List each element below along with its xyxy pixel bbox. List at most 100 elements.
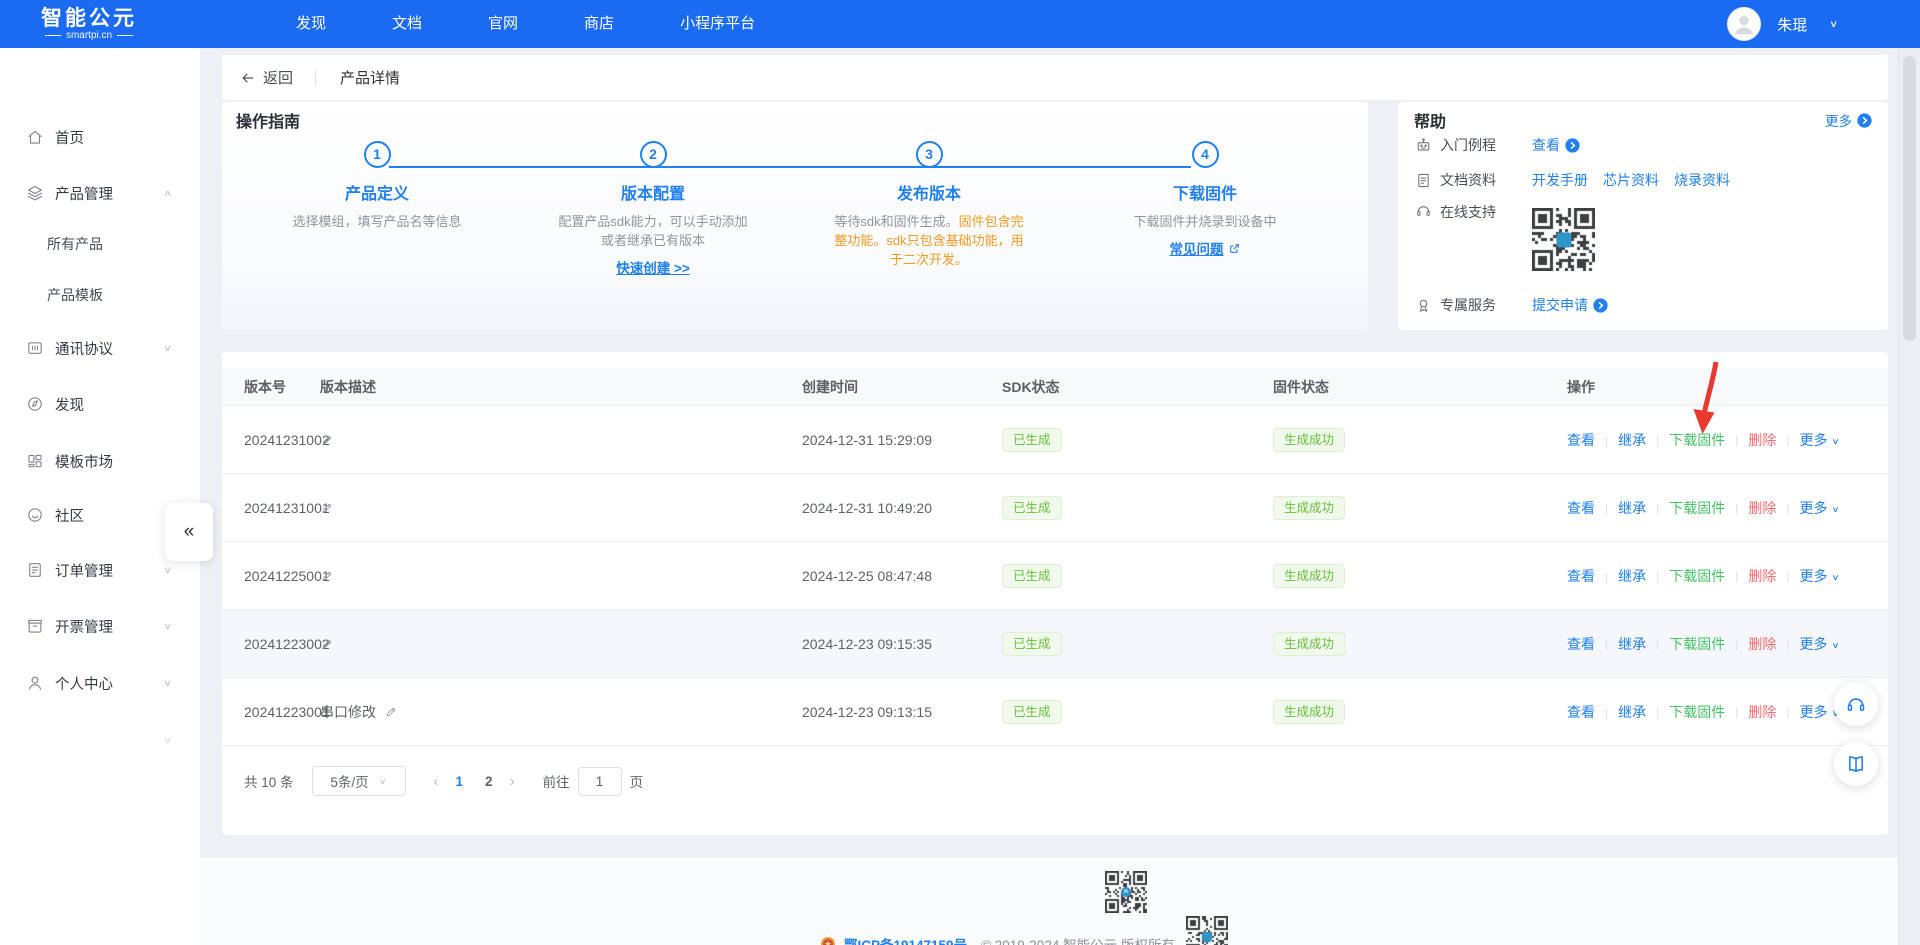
- op-delete-link[interactable]: 删除: [1748, 634, 1776, 654]
- headset-icon: [1845, 693, 1867, 715]
- sidebar-item-6[interactable]: 发现: [0, 384, 200, 424]
- qr-code: [1532, 208, 1595, 271]
- support-float-button[interactable]: [1834, 682, 1878, 726]
- op-download-firmware-link[interactable]: 下载固件: [1669, 566, 1725, 586]
- app-logo[interactable]: 智能公元 smartpi.cn: [33, 8, 145, 41]
- sidebar-item-ghost[interactable]: ∨: [0, 720, 200, 760]
- user-icon: [26, 674, 44, 692]
- op-inherit-link[interactable]: 继承: [1618, 498, 1646, 518]
- page-number-2[interactable]: 2: [474, 774, 504, 789]
- divider: |: [1735, 705, 1738, 719]
- op-inherit-link[interactable]: 继承: [1618, 430, 1646, 450]
- page-number-1[interactable]: 1: [445, 774, 475, 789]
- chevron-down-icon[interactable]: ∨: [1829, 18, 1838, 29]
- nav-item-2[interactable]: 文档: [359, 0, 455, 48]
- prev-page-button[interactable]: ‹: [428, 773, 445, 790]
- chevron-down-icon: ∨: [163, 621, 172, 632]
- op-download-firmware-link[interactable]: 下载固件: [1669, 634, 1725, 654]
- help-row-label: 入门例程: [1440, 135, 1516, 155]
- cell-sdk-status: 已生成: [1002, 496, 1273, 520]
- sidebar-item-10[interactable]: 开票管理 ∨: [0, 606, 200, 646]
- op-download-firmware-link[interactable]: 下载固件: [1669, 430, 1725, 450]
- page-size-select[interactable]: 5条/页∨: [312, 766, 406, 796]
- sidebar-item-1[interactable]: 首页: [0, 117, 200, 157]
- sidebar-collapse-button[interactable]: «: [165, 503, 213, 561]
- op-delete-link[interactable]: 删除: [1748, 430, 1776, 450]
- nav-item-1[interactable]: 发现: [263, 0, 359, 48]
- sidebar-item-2[interactable]: 产品管理∧: [0, 173, 200, 213]
- step-description: 选择模组，填写产品名等信息: [277, 212, 477, 231]
- sidebar-item-5[interactable]: 通讯协议∨: [0, 328, 200, 368]
- help-link[interactable]: 提交申请: [1532, 295, 1608, 315]
- op-view-link[interactable]: 查看: [1567, 566, 1595, 586]
- nav-item-4[interactable]: 商店: [551, 0, 647, 48]
- headset-icon: [1415, 202, 1432, 219]
- edit-pencil-icon[interactable]: [320, 568, 335, 583]
- op-view-link[interactable]: 查看: [1567, 498, 1595, 518]
- back-button[interactable]: 返回: [240, 67, 293, 88]
- op-inherit-link[interactable]: 继承: [1618, 702, 1646, 722]
- sidebar-item-label: 开票管理: [55, 616, 113, 637]
- help-row-3: 在线支持: [1415, 202, 1595, 271]
- help-link[interactable]: 烧录资料: [1674, 170, 1730, 190]
- cell-description: [320, 568, 802, 583]
- edit-pencil-icon[interactable]: [320, 432, 335, 447]
- icp-link[interactable]: 鄂ICP备19147159号: [844, 934, 967, 945]
- op-delete-link[interactable]: 删除: [1748, 498, 1776, 518]
- op-view-link[interactable]: 查看: [1567, 430, 1595, 450]
- op-download-firmware-link[interactable]: 下载固件: [1669, 498, 1725, 518]
- op-more-link[interactable]: 更多∨: [1800, 498, 1840, 518]
- step-link[interactable]: 快速创建 >>: [616, 257, 690, 277]
- avatar[interactable]: [1727, 7, 1761, 41]
- divider: |: [1786, 569, 1789, 583]
- cell-version: 20241231001: [244, 500, 320, 516]
- op-delete-link[interactable]: 删除: [1748, 702, 1776, 722]
- table-row: 202412250012024-12-25 08:47:48已生成生成成功查看|…: [222, 542, 1888, 610]
- op-inherit-link[interactable]: 继承: [1618, 634, 1646, 654]
- next-page-button[interactable]: ›: [504, 773, 521, 790]
- status-badge: 已生成: [1002, 632, 1062, 656]
- step-title: 版本配置: [515, 180, 791, 204]
- help-link[interactable]: 查看: [1532, 135, 1580, 155]
- user-area[interactable]: 朱琨 ∨: [1727, 0, 1838, 48]
- edit-pencil-icon[interactable]: [384, 704, 399, 719]
- help-more-link[interactable]: 更多: [1825, 110, 1872, 130]
- op-more-link[interactable]: 更多∨: [1800, 430, 1840, 450]
- op-inherit-link[interactable]: 继承: [1618, 566, 1646, 586]
- help-row-2: 文档资料开发手册芯片资料烧录资料: [1415, 170, 1730, 190]
- operation-guide-card: 操作指南 1产品定义选择模组，填写产品名等信息2版本配置配置产品sdk能力，可以…: [222, 102, 1368, 330]
- op-view-link[interactable]: 查看: [1567, 702, 1595, 722]
- cell-description: [320, 500, 802, 515]
- help-link[interactable]: 芯片资料: [1603, 170, 1659, 190]
- sidebar-item-7[interactable]: 模板市场: [0, 441, 200, 481]
- nav-item-5[interactable]: 小程序平台: [647, 0, 788, 48]
- sidebar-item-label: 模板市场: [55, 451, 113, 472]
- op-more-link[interactable]: 更多∨: [1800, 566, 1840, 586]
- chevron-down-icon: ∨: [1832, 504, 1840, 514]
- sidebar-item-4[interactable]: 产品模板: [0, 275, 200, 315]
- guide-steps: 1产品定义选择模组，填写产品名等信息2版本配置配置产品sdk能力，可以手动添加或…: [239, 132, 1343, 322]
- sidebar-item-3[interactable]: 所有产品: [0, 224, 200, 264]
- scrollbar-thumb[interactable]: [1903, 56, 1916, 341]
- divider: |: [1786, 433, 1789, 447]
- op-view-link[interactable]: 查看: [1567, 634, 1595, 654]
- edit-pencil-icon[interactable]: [320, 500, 335, 515]
- chevron-down-icon: ∨: [1832, 640, 1840, 650]
- step-link[interactable]: 常见问题: [1170, 238, 1241, 258]
- cell-firmware-status: 生成成功: [1273, 632, 1567, 656]
- sidebar-item-11[interactable]: 个人中心∨: [0, 663, 200, 703]
- pencil-icon: [320, 432, 335, 447]
- edit-pencil-icon[interactable]: [320, 636, 335, 651]
- cell-description: 串口修改: [320, 702, 802, 722]
- avatar-person-icon: [1728, 8, 1760, 40]
- docs-float-button[interactable]: [1834, 742, 1878, 786]
- help-link[interactable]: 开发手册: [1532, 170, 1588, 190]
- op-delete-link[interactable]: 删除: [1748, 566, 1776, 586]
- op-more-link[interactable]: 更多∨: [1800, 634, 1840, 654]
- nav-item-3[interactable]: 官网: [455, 0, 551, 48]
- goto-page-input[interactable]: [578, 767, 622, 796]
- op-download-firmware-link[interactable]: 下载固件: [1669, 702, 1725, 722]
- layers-icon: [26, 184, 44, 202]
- qr-logo: [1556, 232, 1571, 247]
- step-number-badge: 1: [364, 141, 391, 168]
